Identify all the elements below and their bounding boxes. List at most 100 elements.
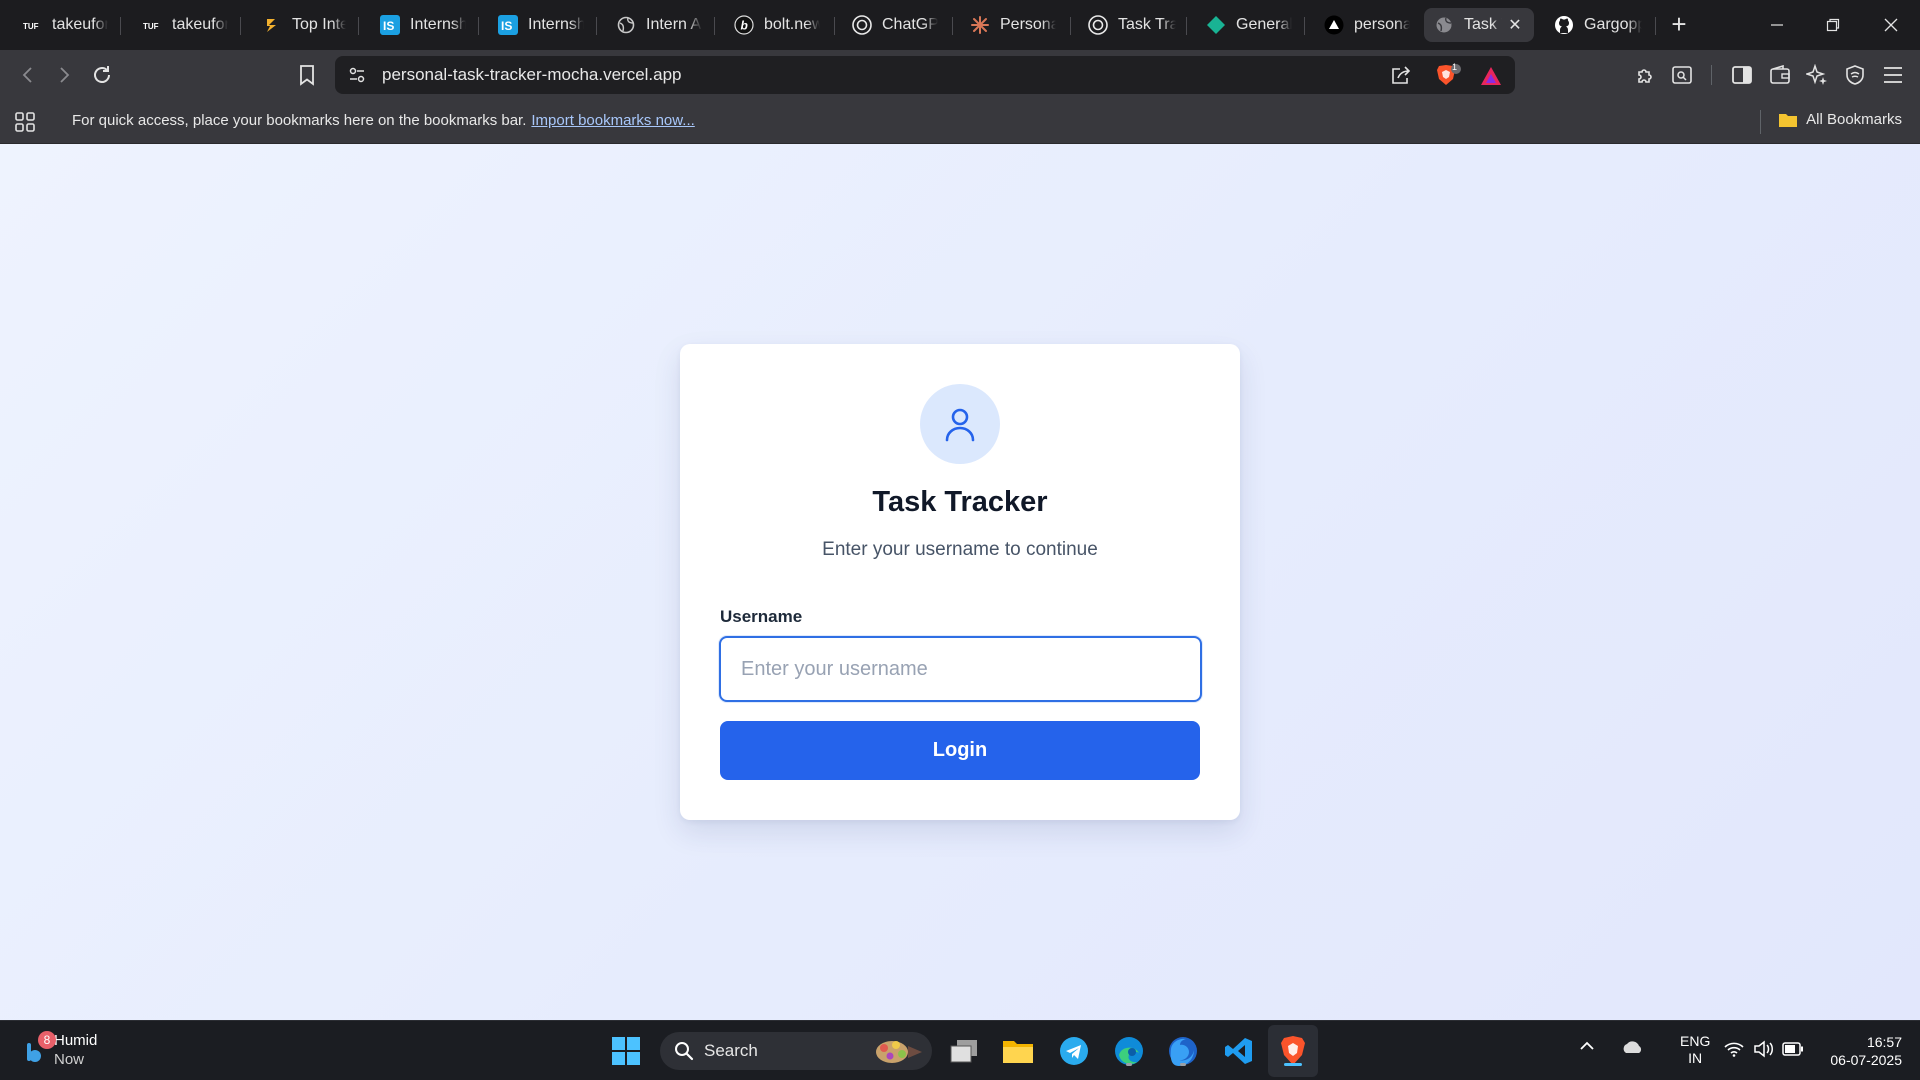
tab-task-tracker-chatgpt[interactable]: Task Tracker: [1078, 8, 1186, 42]
search-highlight-illustration-icon: [868, 1036, 926, 1066]
tab-vercel-project[interactable]: personal-task-tracker: [1314, 8, 1420, 42]
tab-separator: [834, 17, 835, 35]
tab-title: Internshala: [528, 16, 584, 33]
forward-icon[interactable]: [50, 61, 78, 89]
tab-separator: [1070, 17, 1071, 35]
volume-icon[interactable]: [1753, 1040, 1775, 1058]
brave-shields-icon[interactable]: 1: [1435, 62, 1461, 89]
tuf-logo-icon: TUF: [142, 15, 162, 35]
firefox-icon[interactable]: [1165, 1033, 1201, 1069]
tab-title: takeuforward: [52, 16, 108, 33]
reader-mode-icon[interactable]: [1668, 61, 1696, 89]
minimize-icon[interactable]: [1762, 10, 1792, 40]
tab-title: Internshala: [410, 16, 466, 33]
file-explorer-icon[interactable]: [1000, 1033, 1036, 1069]
vscode-icon[interactable]: [1221, 1033, 1257, 1069]
telegram-icon[interactable]: [1056, 1033, 1092, 1069]
reload-icon[interactable]: [88, 61, 116, 89]
bookmarks-bar-message: For quick access, place your bookmarks h…: [72, 112, 695, 129]
tab-internshala-1[interactable]: IS Internshala: [370, 8, 476, 42]
tab-top-internships[interactable]: Top Internships: [252, 8, 356, 42]
running-indicator: [1126, 1063, 1132, 1066]
menu-icon[interactable]: [1879, 61, 1907, 89]
all-bookmarks-button[interactable]: All Bookmarks: [1778, 111, 1902, 128]
extensions-icon[interactable]: [1632, 61, 1660, 89]
edge-browser-icon[interactable]: [1111, 1033, 1147, 1069]
site-settings-icon[interactable]: [347, 65, 367, 85]
login-button[interactable]: Login: [720, 721, 1200, 780]
share-icon[interactable]: [1390, 65, 1412, 85]
tab-separator: [240, 17, 241, 35]
tab-separator: [1304, 17, 1305, 35]
restore-icon[interactable]: [1818, 10, 1848, 40]
page-viewport: Task Tracker Enter your username to cont…: [0, 144, 1920, 1020]
region-code: IN: [1688, 1050, 1703, 1066]
tab-github[interactable]: Gargopp: [1544, 8, 1652, 42]
address-bar[interactable]: personal-task-tracker-mocha.vercel.app 1: [335, 56, 1515, 94]
svg-text:TUF: TUF: [23, 22, 39, 31]
tab-separator: [120, 17, 121, 35]
tab-intern-assignment[interactable]: Intern Assignment: [606, 8, 712, 42]
taskbar-search[interactable]: Search: [660, 1032, 932, 1070]
show-hidden-icons-icon[interactable]: [1578, 1039, 1596, 1053]
username-input[interactable]: [719, 636, 1202, 702]
weather-icon: 8: [18, 1031, 56, 1065]
tab-title: bolt.new: [764, 16, 820, 33]
windows-taskbar: 8 Humid Now Search ENG IN 16:57 06-07-20…: [0, 1020, 1920, 1080]
import-bookmarks-link[interactable]: Import bookmarks now...: [531, 112, 694, 129]
username-label: Username: [720, 607, 803, 626]
onedrive-icon[interactable]: [1620, 1039, 1644, 1055]
vercel-icon: [1324, 15, 1344, 35]
svg-text:b: b: [741, 19, 748, 33]
sidebar-icon[interactable]: [1728, 61, 1756, 89]
vpn-shield-icon[interactable]: [1841, 61, 1869, 89]
tab-title: Gargopp: [1584, 16, 1642, 33]
brave-rewards-icon[interactable]: [1480, 66, 1502, 86]
user-icon: [943, 406, 977, 442]
clock-time: 16:57: [1866, 1034, 1902, 1050]
tab-chatgpt[interactable]: ChatGPT: [842, 8, 948, 42]
tab-internshala-2[interactable]: IS Internshala: [488, 8, 594, 42]
tab-title: Personal: [1000, 16, 1056, 33]
battery-icon[interactable]: [1782, 1042, 1804, 1056]
bolt-icon: b: [734, 15, 754, 35]
shields-count: 1: [1452, 62, 1458, 72]
search-icon: [674, 1041, 694, 1061]
close-tab-icon[interactable]: ✕: [1506, 16, 1524, 34]
tab-separator: [1655, 17, 1656, 35]
tab-task-tracker-active[interactable]: Task Tracker ✕: [1424, 8, 1534, 42]
weather-widget[interactable]: 8 Humid Now: [18, 1031, 97, 1069]
apps-grid-icon[interactable]: [14, 111, 36, 133]
tab-personal[interactable]: Personal: [960, 8, 1066, 42]
close-window-icon[interactable]: [1876, 10, 1906, 40]
new-tab-button[interactable]: +: [1665, 11, 1693, 39]
tab-takeuforward-1[interactable]: TUF takeuforward: [12, 8, 118, 42]
language-code: ENG: [1680, 1033, 1711, 1049]
toolbar-divider: [1711, 65, 1712, 85]
claude-icon: [970, 15, 990, 35]
tab-bolt-new[interactable]: b bolt.new: [724, 8, 830, 42]
svg-text:IS: IS: [383, 19, 394, 33]
windows-start-icon[interactable]: [608, 1033, 644, 1069]
all-bookmarks-label: All Bookmarks: [1806, 111, 1902, 128]
weather-title: Humid: [54, 1032, 98, 1049]
tab-separator: [478, 17, 479, 35]
weather-badge: 8: [38, 1031, 56, 1049]
tab-title: ChatGPT: [882, 16, 938, 33]
tab-takeuforward-2[interactable]: TUF takeuforward: [132, 8, 238, 42]
tab-title: Task Tracker: [1118, 16, 1176, 33]
page-subtitle: Enter your username to continue: [822, 539, 1098, 560]
task-view-icon[interactable]: [946, 1033, 982, 1069]
internshala-icon: IS: [380, 15, 400, 35]
leo-ai-icon[interactable]: [1803, 61, 1831, 89]
language-indicator[interactable]: ENG IN: [1680, 1033, 1710, 1067]
clock[interactable]: 16:57 06-07-2025: [1818, 1033, 1902, 1069]
wifi-icon[interactable]: [1724, 1041, 1744, 1057]
bookmark-icon[interactable]: [293, 61, 321, 89]
wallet-icon[interactable]: [1766, 61, 1794, 89]
brave-browser-icon[interactable]: [1275, 1033, 1311, 1069]
back-icon[interactable]: [14, 61, 42, 89]
login-card: Task Tracker Enter your username to cont…: [680, 344, 1240, 820]
url-text[interactable]: personal-task-tracker-mocha.vercel.app: [382, 65, 682, 85]
tab-general[interactable]: General: [1196, 8, 1302, 42]
